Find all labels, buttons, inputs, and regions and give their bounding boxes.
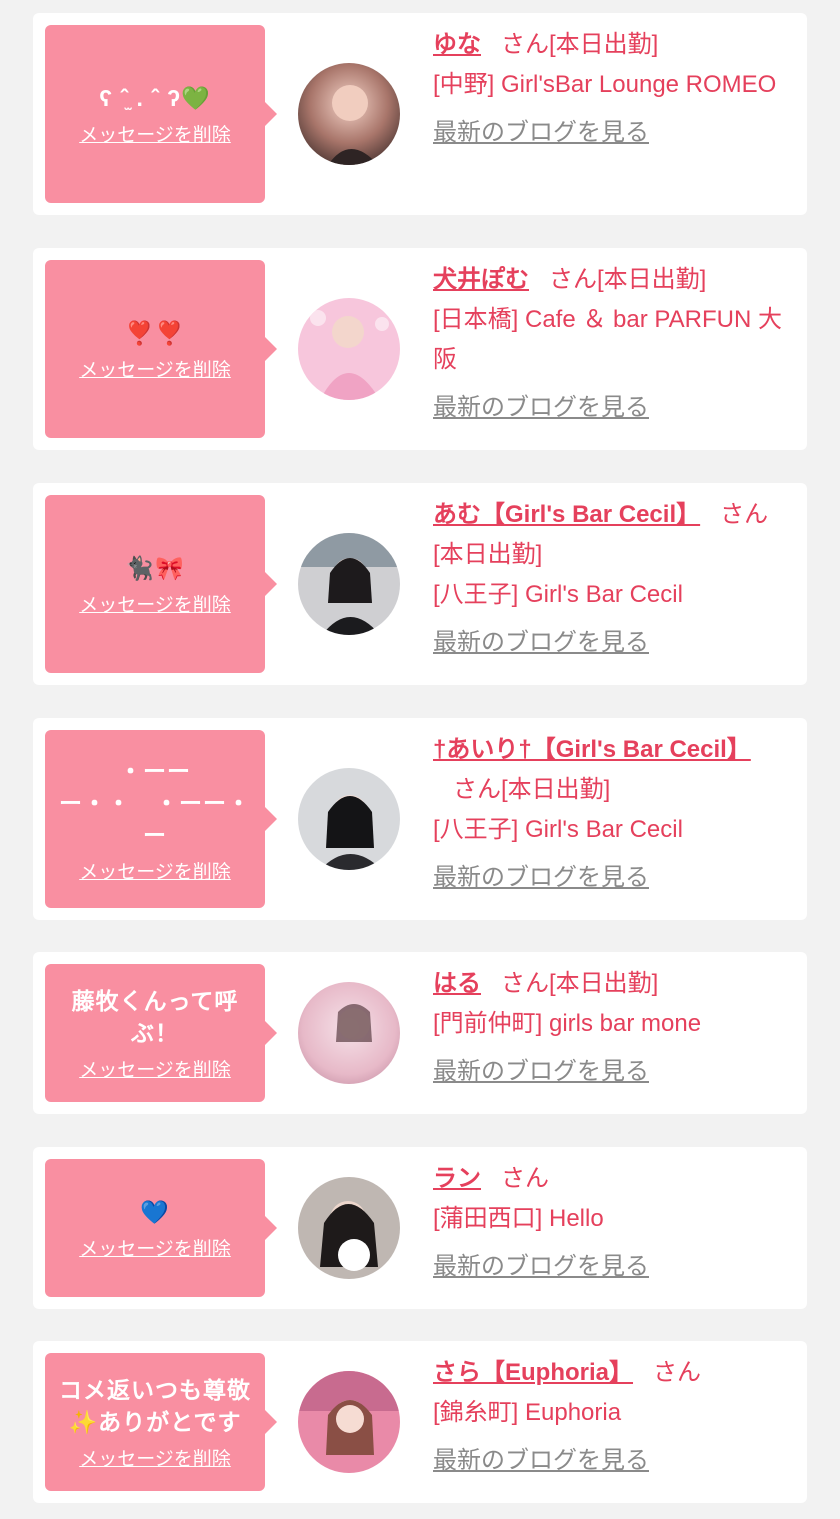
cast-info: 犬井ぽむ さん[本日出勤] [日本橋] Cafe ＆ bar PARFUN 大阪 … xyxy=(433,260,793,428)
delete-message-link[interactable]: メッセージを削除 xyxy=(79,590,231,617)
cast-name-link[interactable]: ラン xyxy=(433,1165,481,1192)
cast-status: さん xyxy=(501,1165,549,1192)
cast-name-link[interactable]: さら【Euphoria】 xyxy=(433,1359,633,1386)
latest-blog-link[interactable]: 最新のブログを見る xyxy=(433,388,649,428)
avatar[interactable] xyxy=(298,1177,400,1279)
cast-status: さん[本日出勤] xyxy=(453,776,611,803)
latest-blog-link[interactable]: 最新のブログを見る xyxy=(433,623,649,663)
message-card: ❣️❣️ メッセージを削除 犬井ぽむ さん[本日出勤] [日本橋] Cafe ＆ … xyxy=(33,248,807,450)
cast-name-link[interactable]: 犬井ぽむ xyxy=(433,266,529,293)
shop-name: [中野] Girl'sBar Lounge ROMEO xyxy=(433,71,777,98)
latest-blog-link[interactable]: 最新のブログを見る xyxy=(433,858,649,898)
message-bubble: ❣️❣️ メッセージを削除 xyxy=(45,260,277,438)
message-text: 💙 xyxy=(140,1198,170,1225)
shop-name: [八王子] Girl's Bar Cecil xyxy=(433,816,683,843)
delete-message-link[interactable]: メッセージを削除 xyxy=(79,355,231,382)
message-bubble: ・ーー ー・・ ・ーー・ ー メッセージを削除 xyxy=(45,730,277,908)
avatar[interactable] xyxy=(298,1371,400,1473)
message-text: コメ返いつも尊敬✨ありがとです xyxy=(59,1376,251,1435)
latest-blog-link[interactable]: 最新のブログを見る xyxy=(433,1052,649,1092)
message-text: ❣️❣️ xyxy=(125,319,185,346)
message-bubble: 藤牧くんって呼ぶ！ メッセージを削除 xyxy=(45,964,277,1102)
message-card: ʕ ˆ̫ . ˆ ʔ💚 メッセージを削除 ゆな さん[本日出勤] [中野] Gir… xyxy=(33,13,807,215)
shop-name: [八王子] Girl's Bar Cecil xyxy=(433,581,683,608)
cast-name-link[interactable]: †あいり†【Girl's Bar Cecil】 xyxy=(433,736,751,763)
message-bubble: コメ返いつも尊敬✨ありがとです メッセージを削除 xyxy=(45,1353,277,1491)
cast-info: はる さん[本日出勤] [門前仲町] girls bar mone 最新のブログを… xyxy=(433,964,793,1092)
avatar[interactable] xyxy=(298,298,400,400)
cast-info: さら【Euphoria】 さん [錦糸町] Euphoria 最新のブログを見る xyxy=(433,1353,793,1481)
message-card: コメ返いつも尊敬✨ありがとです メッセージを削除 さら【Euphoria】 さん … xyxy=(33,1341,807,1503)
delete-message-link[interactable]: メッセージを削除 xyxy=(79,1444,231,1471)
cast-name-link[interactable]: あむ【Girl's Bar Cecil】 xyxy=(433,501,700,528)
message-card: 💙 メッセージを削除 ラン さん [蒲田西口] Hello 最新のブログを見る xyxy=(33,1147,807,1309)
cast-status: さん[本日出勤] xyxy=(549,266,707,293)
cast-status: さん xyxy=(653,1359,702,1386)
message-card: 藤牧くんって呼ぶ！ メッセージを削除 はる さん[本日出勤] [門前仲町] gir… xyxy=(33,952,807,1114)
avatar[interactable] xyxy=(298,768,400,870)
shop-name: [錦糸町] Euphoria xyxy=(433,1399,622,1426)
shop-name: [門前仲町] girls bar mone xyxy=(433,1010,702,1037)
cast-name-link[interactable]: ゆな xyxy=(433,31,481,58)
delete-message-link[interactable]: メッセージを削除 xyxy=(79,1055,231,1082)
avatar[interactable] xyxy=(298,982,400,1084)
avatar[interactable] xyxy=(298,63,400,165)
cast-name-link[interactable]: はる xyxy=(433,970,481,997)
cast-info: ゆな さん[本日出勤] [中野] Girl'sBar Lounge ROMEO 最… xyxy=(433,25,793,153)
shop-name: [日本橋] Cafe ＆ bar PARFUN 大阪 xyxy=(433,306,782,373)
shop-name: [蒲田西口] Hello xyxy=(433,1205,604,1232)
latest-blog-link[interactable]: 最新のブログを見る xyxy=(433,1247,649,1287)
message-text: ʕ ˆ̫ . ˆ ʔ💚 xyxy=(99,84,211,111)
message-card: ・ーー ー・・ ・ーー・ ー メッセージを削除 †あいり†【Girl's Bar… xyxy=(33,718,807,920)
message-text: 藤牧くんって呼ぶ！ xyxy=(71,987,239,1046)
avatar[interactable] xyxy=(298,533,400,635)
message-list: ʕ ˆ̫ . ˆ ʔ💚 メッセージを削除 ゆな さん[本日出勤] [中野] Gir… xyxy=(0,0,840,1519)
latest-blog-link[interactable]: 最新のブログを見る xyxy=(433,113,649,153)
delete-message-link[interactable]: メッセージを削除 xyxy=(79,1234,231,1261)
cast-status: さん[本日出勤] xyxy=(501,31,659,58)
message-text: ・ーー ー・・ ・ーー・ ー xyxy=(59,757,251,848)
message-bubble: 💙 メッセージを削除 xyxy=(45,1159,277,1297)
delete-message-link[interactable]: メッセージを削除 xyxy=(79,120,231,147)
cast-info: ラン さん [蒲田西口] Hello 最新のブログを見る xyxy=(433,1159,793,1287)
latest-blog-link[interactable]: 最新のブログを見る xyxy=(433,1441,649,1481)
message-text: 🐈‍⬛🎀 xyxy=(125,554,185,581)
message-bubble: ʕ ˆ̫ . ˆ ʔ💚 メッセージを削除 xyxy=(45,25,277,203)
cast-status: さん[本日出勤] xyxy=(501,970,659,997)
cast-info: あむ【Girl's Bar Cecil】 さん[本日出勤] [八王子] Girl'… xyxy=(433,495,793,663)
delete-message-link[interactable]: メッセージを削除 xyxy=(79,857,231,884)
message-bubble: 🐈‍⬛🎀 メッセージを削除 xyxy=(45,495,277,673)
message-card: 🐈‍⬛🎀 メッセージを削除 あむ【Girl's Bar Cecil】 さん[本日出… xyxy=(33,483,807,685)
cast-info: †あいり†【Girl's Bar Cecil】さん[本日出勤] [八王子] Gi… xyxy=(433,730,793,898)
